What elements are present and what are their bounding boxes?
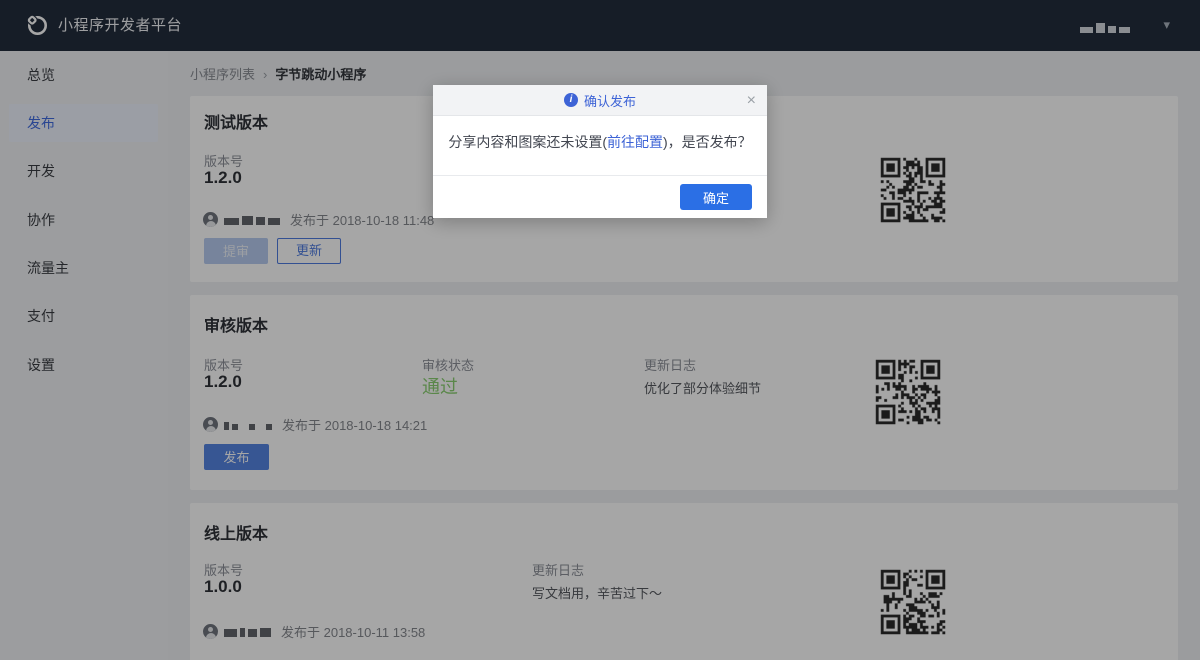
modal-message: 分享内容和图案还未设置(前往配置)，是否发布？ xyxy=(433,132,767,152)
info-icon: i xyxy=(564,93,578,107)
message-before: 分享内容和图案还未设置( xyxy=(448,134,607,150)
close-icon[interactable]: × xyxy=(747,85,756,116)
modal-title: 确认发布 xyxy=(584,91,636,110)
message-after: )，是否发布？ xyxy=(663,134,752,150)
app-window: 小程序开发者平台 ▾ 总览 发布 开发 协作 流量主 支付 设置 小程序列表›字… xyxy=(0,0,1200,660)
go-configure-link[interactable]: 前往配置 xyxy=(607,134,663,150)
modal-footer-divider xyxy=(433,175,767,176)
confirm-publish-modal: i 确认发布 × 分享内容和图案还未设置(前往配置)，是否发布？ 确定 xyxy=(433,85,767,218)
modal-header: i 确认发布 × xyxy=(433,85,767,116)
confirm-button[interactable]: 确定 xyxy=(680,184,752,210)
